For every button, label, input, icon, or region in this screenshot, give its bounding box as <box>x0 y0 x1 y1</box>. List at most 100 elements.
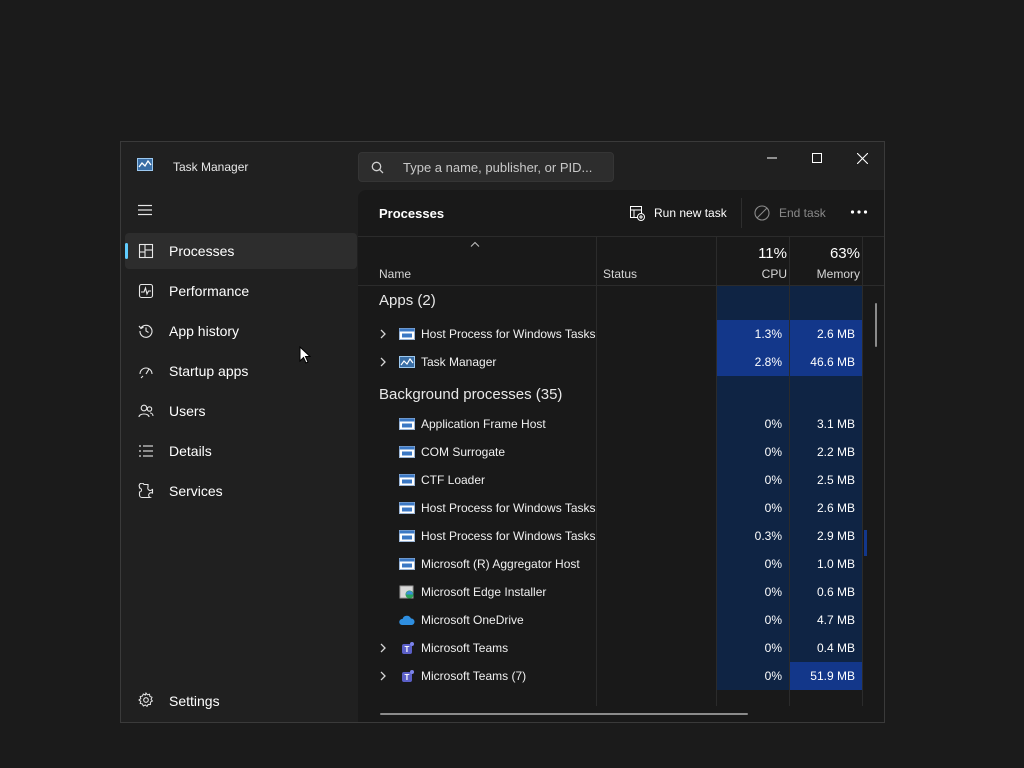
horizontal-scrollbar-thumb[interactable] <box>380 713 748 715</box>
edge-installer-icon <box>399 585 414 599</box>
cpu-cell: 0% <box>717 438 789 466</box>
table-row[interactable]: T Microsoft Teams (7) 0% 51.9 MB <box>358 662 868 690</box>
column-header: Name Status 11% CPU 63% Memory <box>358 236 884 286</box>
memory-total-percent: 63% <box>829 245 860 262</box>
memory-cell: 2.6 MB <box>790 320 862 348</box>
run-new-task-icon <box>630 205 645 221</box>
search-input[interactable] <box>403 153 603 181</box>
toolbar-divider <box>741 198 742 228</box>
end-task-button[interactable]: End task <box>754 202 826 224</box>
end-task-icon <box>754 205 770 221</box>
table-row[interactable]: Host Process for Windows Tasks 1.3% 2.6 MB <box>358 320 868 348</box>
process-name: Host Process for Windows Tasks <box>421 501 596 515</box>
sidebar-item-label: Users <box>169 403 206 419</box>
column-memory[interactable]: Memory <box>817 267 860 281</box>
task-manager-icon <box>399 356 415 368</box>
group-heat-cell <box>717 286 789 320</box>
cpu-cell: 0% <box>717 494 789 522</box>
sidebar-item-label: Startup apps <box>169 363 249 379</box>
process-name: Microsoft Edge Installer <box>421 585 547 599</box>
teams-icon: T <box>402 642 414 654</box>
memory-cell: 46.6 MB <box>790 348 862 376</box>
window-title: Task Manager <box>173 160 249 174</box>
table-row[interactable]: Application Frame Host 0% 3.1 MB <box>358 410 868 438</box>
sidebar-item-label: Details <box>169 443 212 459</box>
sidebar-item-performance[interactable]: Performance <box>125 273 357 309</box>
cpu-cell: 0% <box>717 550 789 578</box>
onedrive-icon <box>399 615 415 625</box>
vertical-scrollbar-thumb[interactable] <box>875 303 877 347</box>
group-heat-cell <box>790 286 862 320</box>
chevron-right-icon[interactable] <box>379 671 387 681</box>
process-name: CTF Loader <box>421 473 486 487</box>
close-button[interactable] <box>839 142 884 174</box>
sort-ascending-icon <box>470 241 480 247</box>
window-icon <box>399 446 415 458</box>
sidebar-item-services[interactable]: Services <box>125 473 357 509</box>
chevron-right-icon[interactable] <box>379 357 387 367</box>
table-row[interactable]: Microsoft OneDrive 0% 4.7 MB <box>358 606 868 634</box>
task-manager-icon <box>137 158 153 171</box>
cpu-cell: 0% <box>717 634 789 662</box>
table-row[interactable]: Host Process for Windows Tasks 0% 2.6 MB <box>358 494 868 522</box>
group-heat-cell <box>790 376 862 410</box>
task-manager-window: Task Manager Processes <box>120 141 885 723</box>
settings-label: Settings <box>169 693 220 709</box>
window-icon <box>399 328 415 340</box>
cpu-cell: 2.8% <box>717 348 789 376</box>
run-new-task-button[interactable]: Run new task <box>630 202 727 224</box>
memory-cell: 0.6 MB <box>790 578 862 606</box>
app-history-icon <box>138 324 153 338</box>
sidebar-item-app-history[interactable]: App history <box>125 313 357 349</box>
memory-cell: 3.1 MB <box>790 410 862 438</box>
row-heat-marker <box>864 530 867 556</box>
run-new-task-label: Run new task <box>654 206 727 220</box>
users-icon <box>138 404 154 418</box>
table-row[interactable]: Microsoft Edge Installer 0% 0.6 MB <box>358 578 868 606</box>
more-options-icon[interactable] <box>850 206 868 218</box>
table-row[interactable]: Task Manager 2.8% 46.6 MB <box>358 348 868 376</box>
column-cpu[interactable]: CPU <box>762 267 787 281</box>
chevron-right-icon[interactable] <box>379 329 387 339</box>
window-icon <box>399 502 415 514</box>
search-icon <box>371 161 384 174</box>
sidebar-item-details[interactable]: Details <box>125 433 357 469</box>
chevron-right-icon[interactable] <box>379 643 387 653</box>
sidebar-item-label: Performance <box>169 283 250 299</box>
mouse-cursor-icon <box>299 345 312 364</box>
sidebar-item-label: App history <box>169 323 240 339</box>
sidebar-item-users[interactable]: Users <box>125 393 357 429</box>
process-name: Host Process for Windows Tasks <box>421 327 596 341</box>
gear-icon <box>138 692 154 708</box>
table-row[interactable]: T Microsoft Teams 0% 0.4 MB <box>358 634 868 662</box>
table-row[interactable]: CTF Loader 0% 2.5 MB <box>358 466 868 494</box>
cpu-cell: 1.3% <box>717 320 789 348</box>
memory-cell: 1.0 MB <box>790 550 862 578</box>
process-name: Microsoft Teams (7) <box>421 669 527 683</box>
toolbar: Processes Run new task End task <box>358 190 884 236</box>
group-apps-label[interactable]: Apps (2) <box>379 292 436 309</box>
sidebar-item-processes[interactable]: Processes <box>125 233 357 269</box>
group-background-label[interactable]: Background processes (35) <box>379 386 562 403</box>
process-name: COM Surrogate <box>421 445 506 459</box>
table-row[interactable]: Microsoft (R) Aggregator Host 0% 1.0 MB <box>358 550 868 578</box>
process-name: Host Process for Windows Tasks <box>421 529 596 543</box>
memory-cell: 2.5 MB <box>790 466 862 494</box>
table-row[interactable]: Host Process for Windows Tasks 0.3% 2.9 MB <box>358 522 868 550</box>
table-row[interactable]: COM Surrogate 0% 2.2 MB <box>358 438 868 466</box>
search-box[interactable] <box>358 152 614 182</box>
cpu-cell: 0% <box>717 466 789 494</box>
end-task-label: End task <box>779 206 826 220</box>
process-name: Application Frame Host <box>421 417 546 431</box>
hamburger-menu-icon[interactable] <box>137 202 153 218</box>
maximize-button[interactable] <box>794 142 840 174</box>
svg-text:T: T <box>405 673 410 682</box>
minimize-button[interactable] <box>749 142 795 174</box>
column-name[interactable]: Name <box>379 267 411 281</box>
sidebar-item-startup-apps[interactable]: Startup apps <box>125 353 357 389</box>
column-status[interactable]: Status <box>603 267 637 281</box>
title-bar[interactable]: Task Manager <box>121 142 884 190</box>
sidebar-item-settings[interactable]: Settings <box>125 683 357 719</box>
group-heat-cell <box>717 376 789 410</box>
details-icon <box>139 445 153 457</box>
